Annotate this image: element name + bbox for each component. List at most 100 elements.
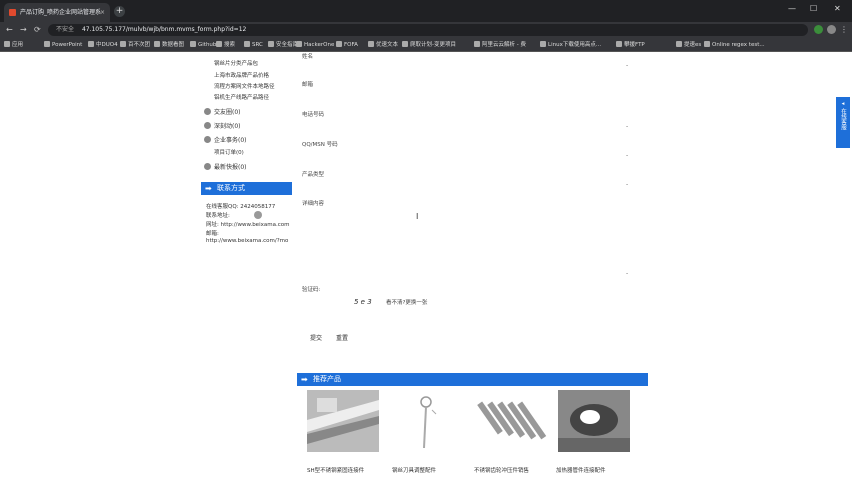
products-title: 推荐产品 [313, 375, 341, 383]
bookmark-icon [88, 41, 94, 47]
bookmark-item[interactable]: 百不次团 [120, 40, 150, 50]
category-label: 企业事务(0) [214, 137, 247, 144]
product-name[interactable]: 不锈钢齿轮冲压件销售 [474, 466, 529, 474]
form-label: 电话号码 [302, 112, 325, 118]
field-marker[interactable]: - [626, 181, 628, 188]
extension-icon[interactable] [814, 25, 823, 34]
bookmark-icon [154, 41, 160, 47]
bookmark-item[interactable]: FOFA [336, 40, 358, 50]
submit-button[interactable]: 提交 [310, 333, 322, 342]
form-label: 详细内容 [302, 201, 325, 207]
bookmark-label: Github [198, 42, 217, 48]
bookmark-icon [474, 41, 480, 47]
category-icon [204, 108, 211, 115]
sidebar-category[interactable]: 企业事务(0) [204, 135, 247, 144]
products-header: ➡ 推荐产品 [297, 373, 648, 386]
back-icon[interactable]: ← [6, 25, 13, 34]
sidebar-category[interactable]: 交友圈(0) [204, 107, 241, 116]
bookmark-icon [244, 41, 250, 47]
bookmark-item[interactable]: 搜索 [216, 40, 235, 50]
minimize-button[interactable]: — [788, 4, 796, 13]
product-image[interactable] [558, 390, 630, 452]
form-label: 产品类型 [302, 172, 325, 178]
field-marker[interactable]: - [626, 152, 628, 159]
sidebar-category[interactable]: 最新快报(0) [204, 162, 247, 171]
bookmark-icon [120, 41, 126, 47]
bookmark-item[interactable]: 安全指南 [268, 40, 298, 50]
browser-tab[interactable]: 产品订购_喷药企业网站管理系 × [4, 3, 110, 22]
maximize-button[interactable]: ☐ [810, 4, 817, 13]
field-marker[interactable]: - [626, 270, 628, 277]
bookmark-item[interactable]: 阿里云云解析 - 费 [474, 40, 526, 50]
bookmark-item[interactable]: 攀援FTP [616, 40, 645, 50]
bookmark-item[interactable]: 应用 [4, 40, 23, 50]
category-icon [204, 136, 211, 143]
bookmark-item[interactable]: 数据看图 [154, 40, 184, 50]
bookmark-item[interactable]: Github [190, 40, 216, 50]
category-label: 深刻动(0) [214, 123, 241, 130]
bookmark-icon [336, 41, 342, 47]
bookmark-item[interactable]: Linux下载使用高点... [540, 40, 601, 50]
bookmark-item[interactable]: 优速文本 [368, 40, 398, 50]
bookmark-icon [704, 41, 710, 47]
captcha-image: 5 e 3 [354, 298, 372, 306]
bookmark-icon [676, 41, 682, 47]
bookmark-item[interactable]: HackerOne [296, 40, 334, 50]
sidebar-link[interactable]: 上海市政品牌产品价格 [214, 71, 269, 79]
bookmark-label: 百不次团 [128, 42, 151, 48]
product-image[interactable] [477, 390, 549, 452]
product-image[interactable] [307, 390, 379, 452]
bookmark-label: Linux下载使用高点... [548, 42, 602, 48]
product-name[interactable]: SH型不锈钢紧固连接件 [307, 466, 364, 474]
sidebar-link[interactable]: 流程方案网文件本地路径 [214, 82, 275, 90]
category-label: 最新快报(0) [214, 164, 247, 171]
new-tab-button[interactable]: + [114, 6, 125, 17]
tab-close-icon[interactable]: × [100, 3, 105, 22]
contact-line: 邮箱: [206, 231, 219, 237]
qq-icon[interactable] [254, 211, 262, 219]
field-marker[interactable]: - [626, 62, 628, 69]
sidebar-link[interactable]: 钢丝片分类产品包 [214, 59, 258, 67]
bookmark-item[interactable]: SRC [244, 40, 263, 50]
bookmark-item[interactable]: 爬取计划-变更项目 [402, 40, 456, 50]
address-input[interactable]: 不安全 47.105.75.177/mulvb/wjb/bnm.mvms_for… [48, 24, 808, 36]
contact-title: 联系方式 [217, 184, 245, 192]
field-marker[interactable]: - [626, 123, 628, 130]
profile-icon[interactable] [827, 25, 836, 34]
bookmark-icon [296, 41, 302, 47]
bookmark-item[interactable]: 提速es [676, 40, 701, 50]
sidebar-sub-link[interactable]: 项目订单(0) [214, 148, 244, 156]
arrow-right-icon: ➡ [205, 184, 212, 193]
not-secure-label: 不安全 [56, 26, 75, 33]
bookmark-icon [616, 41, 622, 47]
bookmark-label: 爬取计划-变更项目 [410, 42, 456, 48]
sidebar-link[interactable]: 铝机生产线路产品路径 [214, 93, 269, 101]
online-service-tab[interactable]: ◂ 在线客服 [836, 97, 850, 148]
close-window-button[interactable]: ✕ [834, 4, 841, 13]
reload-icon[interactable]: ⟳ [34, 25, 41, 34]
contact-line[interactable]: http://www.beixama.com/?mo [206, 238, 288, 244]
bookmark-label: 阿里云云解析 - 费 [482, 42, 526, 48]
bookmark-label: 搜索 [224, 42, 236, 48]
forward-icon[interactable]: → [20, 25, 27, 34]
product-image[interactable] [392, 390, 464, 452]
menu-icon[interactable]: ⋮ [840, 25, 848, 34]
product-name[interactable]: 钢丝刀具调整配件 [392, 466, 436, 474]
product-name[interactable]: 加热器管件连接配件 [556, 466, 606, 474]
bookmark-label: 优速文本 [376, 42, 399, 48]
bookmark-item[interactable]: 中DUO4 [88, 40, 118, 50]
captcha-refresh-link[interactable]: 看不清?更换一张 [386, 298, 427, 306]
bookmark-icon [540, 41, 546, 47]
contact-line[interactable]: 网址: http://www.beixama.com [206, 220, 289, 228]
tab-title: 产品订购_喷药企业网站管理系 [20, 9, 102, 16]
bookmark-label: 数据看图 [162, 42, 185, 48]
arrow-right-icon: ➡ [301, 375, 308, 384]
reset-button[interactable]: 重置 [336, 333, 348, 342]
bookmarks-bar: 应用 PowerPoint 中DUO4 百不次团 数据看图 Github 搜索 SRC 安全指南… [0, 38, 852, 52]
contact-header: ➡ 联系方式 [201, 182, 292, 195]
bookmark-icon [44, 41, 50, 47]
bookmark-item[interactable]: Online regex test... [704, 40, 765, 50]
sidebar-category[interactable]: 深刻动(0) [204, 121, 241, 130]
favicon-icon [9, 9, 16, 16]
bookmark-item[interactable]: PowerPoint [44, 40, 82, 50]
